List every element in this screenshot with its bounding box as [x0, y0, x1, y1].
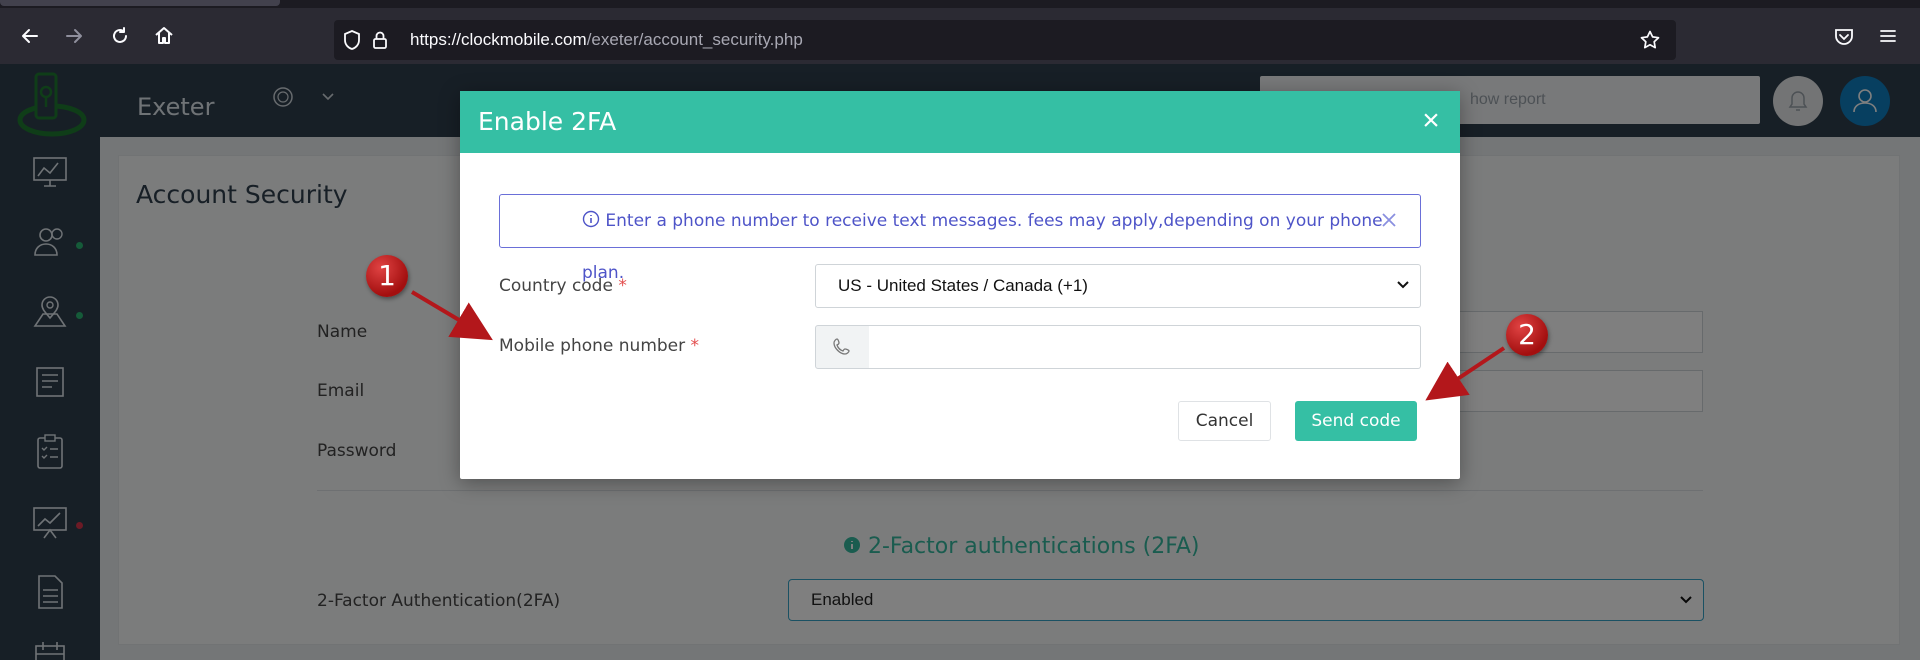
mobile-phone-label: Mobile phone number * [499, 336, 700, 356]
info-alert: Enter a phone number to receive text mes… [499, 194, 1421, 283]
required-asterisk: * [618, 276, 627, 296]
country-code-label: Country code * [499, 276, 627, 296]
phone-icon [815, 325, 870, 369]
forward-icon[interactable] [58, 20, 90, 52]
chevron-down-icon [1396, 265, 1410, 307]
lock-icon[interactable] [364, 24, 396, 56]
url-text[interactable]: https://clockmobile.com/exeter/account_s… [410, 20, 803, 60]
browser-active-tab[interactable] [0, 0, 280, 6]
step-2-marker: 2 [1506, 314, 1548, 356]
close-icon[interactable]: × [1415, 105, 1447, 137]
bookmark-star-icon[interactable] [1634, 24, 1666, 56]
cancel-button[interactable]: Cancel [1178, 401, 1271, 441]
pocket-icon[interactable] [1828, 20, 1860, 52]
menu-icon[interactable] [1872, 20, 1904, 52]
send-code-button[interactable]: Send code [1295, 401, 1417, 441]
browser-tab-strip [0, 0, 1920, 8]
reload-icon[interactable] [104, 20, 136, 52]
country-code-value: US - United States / Canada (+1) [838, 276, 1088, 295]
required-asterisk: * [690, 336, 700, 356]
info-circle-icon [582, 210, 600, 228]
step-1-marker: 1 [366, 255, 408, 297]
browser-toolbar: https://clockmobile.com/exeter/account_s… [0, 8, 1920, 64]
enable-2fa-modal: Enable 2FA × Enter a phone number to rec… [460, 91, 1460, 479]
home-icon[interactable] [148, 20, 180, 52]
alert-close-icon[interactable] [1376, 208, 1402, 234]
url-bar[interactable]: https://clockmobile.com/exeter/account_s… [334, 20, 1676, 60]
mobile-phone-input[interactable] [869, 325, 1421, 369]
modal-title: Enable 2FA [478, 107, 617, 136]
country-code-select[interactable]: US - United States / Canada (+1) [815, 264, 1421, 308]
back-icon[interactable] [14, 20, 46, 52]
modal-header: Enable 2FA × [460, 91, 1460, 153]
